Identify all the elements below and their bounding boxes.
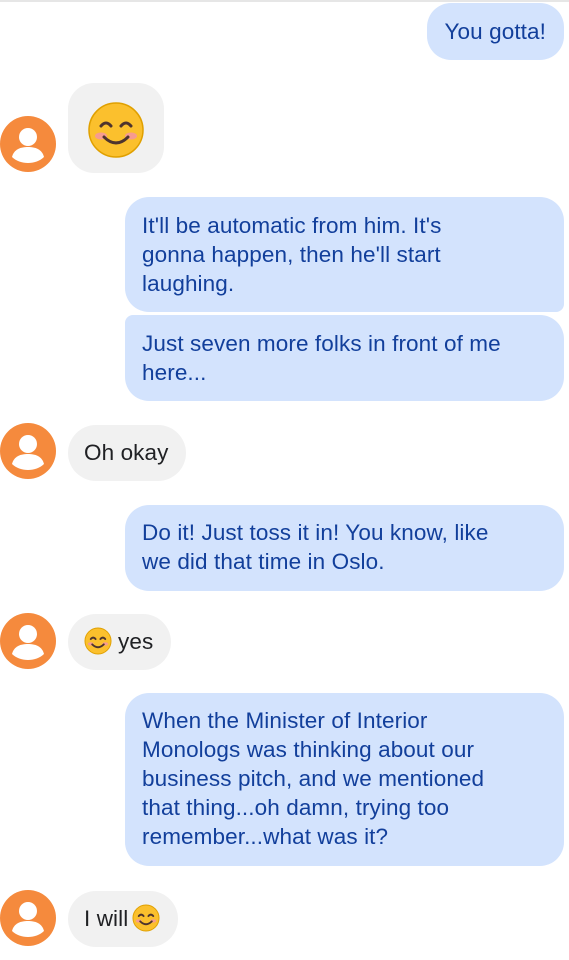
message-text: yes (118, 629, 154, 654)
message-text-line: Do it! Just toss it in! You know, like (142, 520, 489, 545)
smiling-face-emoji-icon (132, 904, 160, 932)
contact-avatar[interactable] (0, 613, 56, 669)
message-text-line: When the Minister of Interior (142, 708, 428, 733)
message-text: You gotta! (444, 19, 546, 44)
person-icon (12, 902, 44, 937)
contact-avatar[interactable] (0, 890, 56, 946)
incoming-emoji-message[interactable] (68, 83, 164, 173)
contact-avatar[interactable] (0, 423, 56, 479)
message-text-line: we did that time in Oslo. (142, 549, 385, 574)
person-icon (12, 128, 44, 163)
message-text-line: yes (84, 627, 153, 656)
outgoing-message[interactable]: It'll be automatic from him. It's gonna … (125, 197, 564, 312)
outgoing-message[interactable]: You gotta! (427, 3, 564, 60)
smiling-face-emoji-icon (84, 627, 112, 655)
incoming-message[interactable]: yes (68, 614, 172, 670)
person-icon (12, 435, 44, 470)
message-text-line: I will (84, 904, 164, 933)
incoming-message[interactable]: Oh okay (68, 425, 186, 481)
message-text: Oh okay (84, 440, 169, 465)
message-text-line: business pitch, and we mentioned (142, 766, 485, 791)
outgoing-message[interactable]: Just seven more folks in front of me her… (125, 315, 564, 401)
message-text-line: Just seven more folks in front of me (142, 331, 501, 356)
smiling-face-emoji-icon (88, 102, 144, 158)
message-text-line: gonna happen, then he'll start (142, 242, 441, 267)
message-text-line: It'll be automatic from him. It's (142, 213, 442, 238)
message-text-line: remember...what was it? (142, 824, 389, 849)
contact-avatar[interactable] (0, 116, 56, 172)
message-text-line: Monologs was thinking about our (142, 737, 475, 762)
message-text: I will (84, 906, 129, 931)
person-icon (12, 625, 44, 660)
top-divider (0, 0, 569, 2)
message-text-line: here... (142, 360, 207, 385)
message-text-line: laughing. (142, 271, 235, 296)
message-text-line: that thing...oh damn, trying too (142, 795, 450, 820)
incoming-message[interactable]: I will (68, 891, 179, 947)
outgoing-message[interactable]: Do it! Just toss it in! You know, like w… (125, 505, 564, 591)
outgoing-message[interactable]: When the Minister of Interior Monologs w… (125, 693, 564, 866)
